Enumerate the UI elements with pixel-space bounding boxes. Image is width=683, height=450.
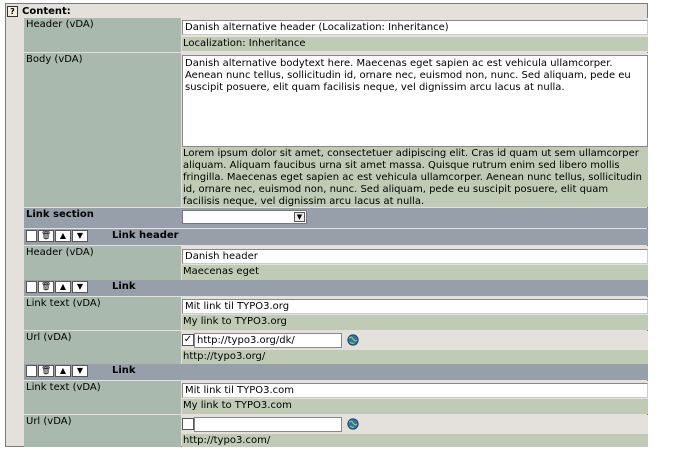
link-2-url-original: http://typo3.com/	[182, 434, 648, 447]
link-1-text-input[interactable]: Mit link til TYPO3.org	[182, 299, 648, 314]
trash-icon[interactable]: 🗑	[38, 281, 54, 293]
link-1-url-input[interactable]: http://typo3.org/dk/	[194, 333, 342, 348]
link-2-text-label: Link text (vDA)	[24, 381, 181, 414]
link-2-text-row: Link text (vDA) Mit link til TYPO3.com M…	[24, 381, 648, 414]
move-up-icon[interactable]: ▲	[55, 365, 71, 377]
link-2-url-row: Url (vDA) http://typo3.com/	[24, 415, 648, 447]
header-original: Localization: Inheritance	[182, 37, 648, 51]
link-header-header-label: Header (vDA)	[24, 246, 181, 280]
link-2-select-checkbox[interactable]	[26, 365, 37, 377]
header-row: Header (vDA) Danish alternative header (…	[24, 18, 648, 52]
link-2-controls: 🗑 ▲ ▼	[26, 365, 89, 377]
link-1-url-original: http://typo3.org/	[182, 350, 648, 364]
link-2-url-input[interactable]	[194, 417, 342, 432]
globe-link-icon[interactable]	[347, 334, 359, 346]
move-up-icon[interactable]: ▲	[55, 281, 71, 293]
link-header-section-row: 🗑 ▲ ▼ Link header	[24, 229, 648, 245]
chevron-down-icon: ▼	[294, 212, 305, 222]
link-section-row: Link section ▼	[24, 208, 648, 228]
link-section-field: ▼	[182, 208, 648, 228]
body-textarea[interactable]: Danish alternative bodytext here. Maecen…	[182, 55, 648, 147]
header-label: Header (vDA)	[24, 18, 181, 52]
link-2-title: Link	[112, 365, 136, 376]
link-2-url-label: Url (vDA)	[24, 415, 181, 447]
link-1-text-label: Link text (vDA)	[24, 297, 181, 330]
link-1-url-label: Url (vDA)	[24, 331, 181, 364]
link-1-controls: 🗑 ▲ ▼	[26, 281, 89, 293]
body-original: Lorem ipsum dolor sit amet, consectetuer…	[182, 147, 648, 207]
header-input[interactable]: Danish alternative header (Localization:…	[182, 20, 648, 35]
globe-link-icon[interactable]	[347, 418, 359, 430]
move-down-icon[interactable]: ▼	[72, 281, 88, 293]
link-1-url-field: ✓ http://typo3.org/dk/ http://typo3.org/	[182, 331, 648, 364]
trash-icon[interactable]: 🗑	[38, 230, 54, 242]
flexform-panel: ? Content: Header (vDA) Danish alternati…	[5, 3, 648, 447]
link-1-text-field: Mit link til TYPO3.org My link to TYPO3.…	[182, 297, 648, 330]
trash-icon[interactable]: 🗑	[38, 365, 54, 377]
link-2-text-original: My link to TYPO3.com	[182, 399, 648, 414]
link-header-header-input[interactable]: Danish header	[182, 249, 648, 264]
link-1-section-row: 🗑 ▲ ▼ Link	[24, 280, 648, 296]
link-1-title: Link	[112, 281, 136, 292]
link-1-text-original: My link to TYPO3.org	[182, 315, 648, 330]
link-section-select[interactable]: ▼	[182, 210, 307, 224]
link-1-url-row: Url (vDA) ✓ http://typo3.org/dk/ http://…	[24, 331, 648, 364]
link-header-header-row: Header (vDA) Danish header Maecenas eget	[24, 246, 648, 280]
link-header-select-checkbox[interactable]	[26, 230, 37, 242]
help-icon[interactable]: ?	[7, 5, 18, 17]
body-field: Danish alternative bodytext here. Maecen…	[182, 53, 648, 207]
body-label: Body (vDA)	[24, 53, 181, 207]
link-header-controls: 🗑 ▲ ▼	[26, 230, 89, 242]
link-section-label: Link section	[24, 208, 181, 228]
link-header-title: Link header	[112, 230, 179, 241]
link-2-url-field: http://typo3.com/	[182, 415, 648, 447]
link-2-text-input[interactable]: Mit link til TYPO3.com	[182, 383, 648, 398]
link-1-url-checkbox[interactable]: ✓	[182, 334, 194, 346]
link-header-header-field: Danish header Maecenas eget	[182, 246, 648, 280]
move-down-icon[interactable]: ▼	[72, 230, 88, 242]
link-1-select-checkbox[interactable]	[26, 281, 37, 293]
move-up-icon[interactable]: ▲	[55, 230, 71, 242]
link-1-text-row: Link text (vDA) Mit link til TYPO3.org M…	[24, 297, 648, 330]
content-titlebar: ? Content:	[6, 4, 647, 18]
header-field: Danish alternative header (Localization:…	[182, 18, 648, 52]
content-title: Content:	[22, 5, 71, 17]
link-2-text-field: Mit link til TYPO3.com My link to TYPO3.…	[182, 381, 648, 414]
move-down-icon[interactable]: ▼	[72, 365, 88, 377]
body-row: Body (vDA) Danish alternative bodytext h…	[24, 53, 648, 207]
link-2-url-checkbox[interactable]	[182, 418, 194, 430]
link-header-header-original: Maecenas eget	[182, 265, 648, 280]
link-2-section-row: 🗑 ▲ ▼ Link	[24, 364, 648, 380]
